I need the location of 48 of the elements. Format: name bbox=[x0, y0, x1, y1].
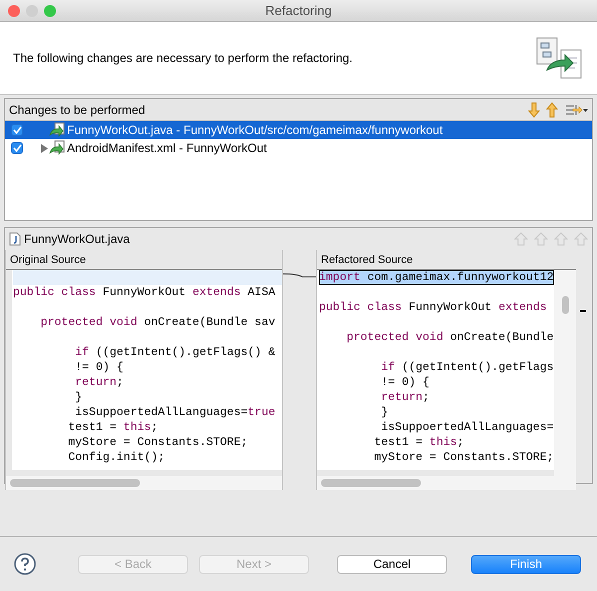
code-line: protected void onCreate(Bundle sav bbox=[40, 315, 276, 330]
code-line: if ((getIntent().getFlags bbox=[380, 360, 554, 375]
code-line: } bbox=[74, 390, 84, 405]
next-change-icon[interactable] bbox=[554, 232, 568, 246]
scrollbar-thumb[interactable] bbox=[10, 479, 140, 487]
code-line: } bbox=[380, 405, 390, 420]
file-name: FunnyWorkOut.java bbox=[24, 231, 130, 248]
code-line: protected void onCreate(Bundle bbox=[346, 330, 554, 345]
scrollbar-thumb[interactable] bbox=[562, 296, 569, 314]
code-line: myStore = Constants.STORE; bbox=[67, 435, 249, 450]
dialog-button[interactable]: Cancel bbox=[337, 554, 447, 574]
scrollbar-thumb[interactable] bbox=[321, 479, 421, 487]
previous-change-icon[interactable] bbox=[574, 232, 588, 246]
code-line: test1 = this; bbox=[67, 420, 159, 435]
code-line: return; bbox=[380, 390, 430, 405]
next-difference-icon[interactable] bbox=[514, 232, 528, 246]
code-line: myStore = Constants.STORE; bbox=[373, 450, 554, 465]
code-line: != 0) { bbox=[380, 375, 430, 390]
code-line: public class FunnyWorkOut extends bbox=[319, 300, 548, 315]
window-title: Refactoring bbox=[265, 2, 332, 20]
help-icon[interactable] bbox=[14, 553, 36, 575]
panel-title: Changes to be performed bbox=[9, 102, 146, 118]
file-change-icon bbox=[49, 140, 65, 156]
code-line: return; bbox=[74, 375, 124, 390]
checkbox[interactable] bbox=[11, 142, 23, 154]
dialog-button[interactable]: Finish bbox=[471, 554, 581, 574]
minimize-button[interactable] bbox=[26, 5, 38, 17]
filter-dropdown-icon[interactable] bbox=[564, 102, 588, 116]
code-line: isSuppoertedAllLanguages= bbox=[380, 420, 554, 435]
code-line: isSuppoertedAllLanguages=true bbox=[74, 405, 276, 420]
change-item[interactable]: FunnyWorkOut.java - FunnyWorkOut/src/com/gameimax/funnyworkout bbox=[5, 121, 592, 139]
code-line: public class FunnyWorkOut extends AISA bbox=[13, 285, 276, 300]
code-line: Config.init(); bbox=[67, 450, 166, 465]
change-item[interactable]: AndroidManifest.xml - FunnyWorkOut bbox=[5, 139, 592, 157]
arrow-up-icon[interactable] bbox=[546, 102, 558, 118]
header-message: The following changes are necessary to perform the refactoring. bbox=[13, 50, 353, 67]
zoom-button[interactable] bbox=[44, 5, 56, 17]
arrow-down-icon[interactable] bbox=[528, 102, 540, 118]
code-line: != 0) { bbox=[74, 360, 124, 375]
previous-difference-icon[interactable] bbox=[534, 232, 548, 246]
code-line: test1 = this; bbox=[373, 435, 465, 450]
change-marker bbox=[580, 310, 586, 312]
checkbox[interactable] bbox=[11, 124, 23, 136]
expand-arrow-icon[interactable] bbox=[41, 144, 48, 154]
java-file-icon bbox=[9, 232, 21, 246]
code-line: if ((getIntent().getFlags() & bbox=[74, 345, 276, 360]
close-button[interactable] bbox=[8, 5, 20, 17]
file-change-icon bbox=[49, 122, 65, 138]
